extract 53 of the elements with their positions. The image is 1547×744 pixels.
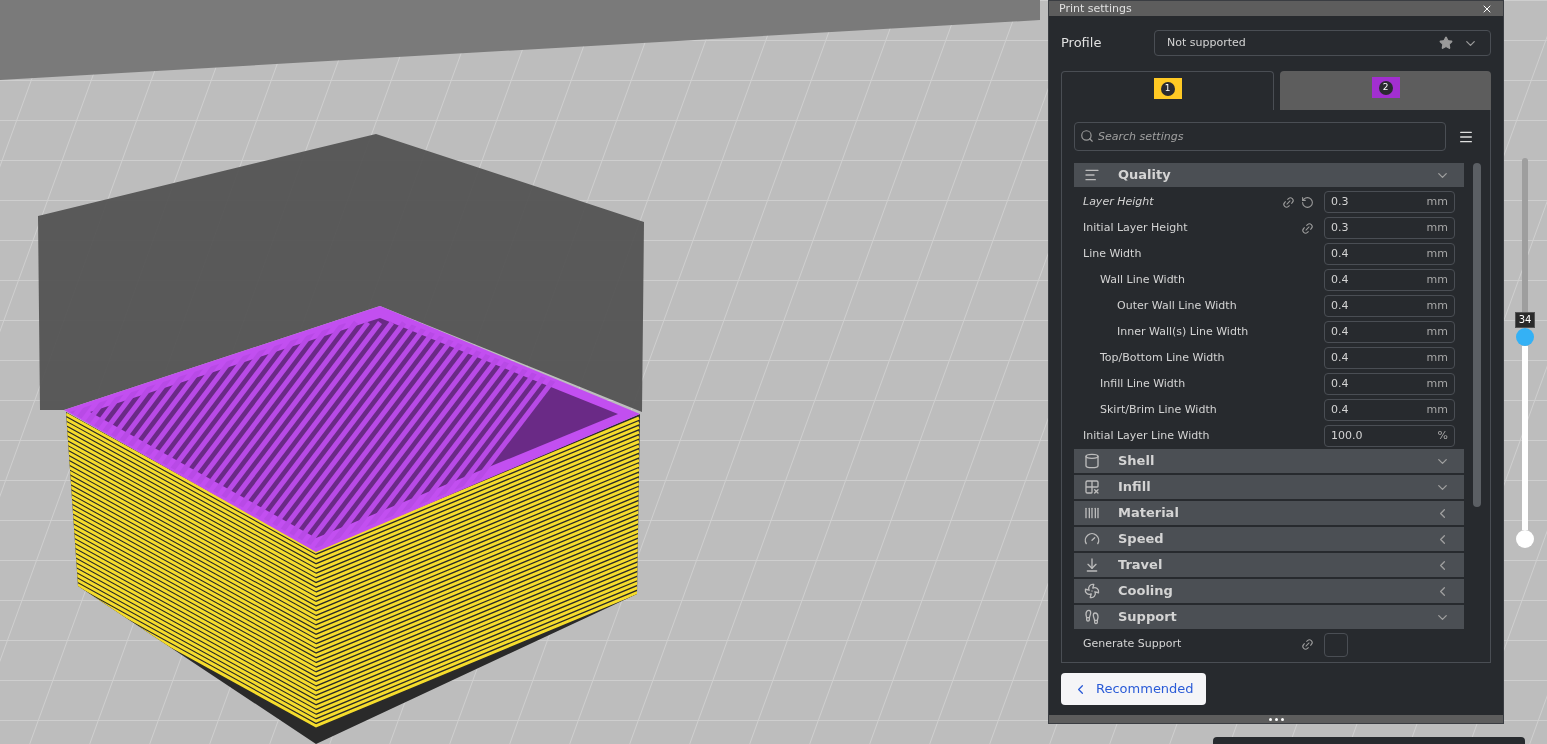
panel-title: Print settings	[1059, 1, 1132, 16]
category-header[interactable]: Speed	[1074, 527, 1464, 551]
layer-number-label: 34	[1514, 312, 1536, 329]
lines-icon	[1084, 167, 1100, 183]
setting-input-field[interactable]: 0.4 mm	[1324, 321, 1455, 343]
category-header[interactable]: Support	[1074, 605, 1464, 629]
extruder-badge: 1	[1153, 78, 1182, 99]
setting-input-field[interactable]: 0.4 mm	[1324, 243, 1455, 265]
category-header[interactable]: Material	[1074, 501, 1464, 525]
setting-label: Wall Line Width	[1099, 271, 1185, 288]
star-icon[interactable]	[1439, 36, 1453, 50]
down-arrow-icon	[1084, 557, 1100, 573]
extruder-tab[interactable]: 2	[1280, 71, 1491, 110]
reset-icon[interactable]	[1301, 195, 1314, 209]
setting-input-field[interactable]: 0.3 mm	[1324, 191, 1455, 213]
extruder-badge: 2	[1371, 77, 1400, 98]
extruder-tab[interactable]: 1	[1061, 71, 1274, 110]
setting-label: Outer Wall Line Width	[1116, 297, 1237, 314]
setting-input-field[interactable]: 0.3 mm	[1324, 217, 1455, 239]
cylinder-icon	[1084, 453, 1100, 469]
resize-handle[interactable]	[1049, 715, 1503, 723]
setting-input-field[interactable]: 0.4 mm	[1324, 373, 1455, 395]
setting-input-field[interactable]: 0.4 mm	[1324, 347, 1455, 369]
setting-input-field[interactable]: 0.4 mm	[1324, 269, 1455, 291]
footprints-icon	[1084, 609, 1100, 625]
setting-label: Initial Layer Line Width	[1082, 427, 1210, 444]
search-settings-field[interactable]: Search settings	[1074, 122, 1446, 151]
setting-input-field[interactable]: 0.4 mm	[1324, 295, 1455, 317]
scrollbar-thumb[interactable]	[1473, 163, 1481, 507]
recommended-button[interactable]: Recommended	[1061, 673, 1206, 705]
setting-input-field[interactable]: 0.4 mm	[1324, 399, 1455, 421]
category-header[interactable]: Quality	[1074, 163, 1464, 187]
search-icon	[1080, 129, 1094, 143]
crossed-grid-icon	[1084, 479, 1100, 495]
setting-label: Top/Bottom Line Width	[1099, 349, 1225, 366]
profile-label: Profile	[1061, 34, 1103, 53]
setting-label: Line Width	[1082, 245, 1142, 262]
setting-label: Infill Line Width	[1099, 375, 1186, 392]
setting-label: Skirt/Brim Line Width	[1099, 401, 1217, 418]
category-header[interactable]: Cooling	[1074, 579, 1464, 603]
gauge-icon	[1084, 531, 1100, 547]
setting-label: Layer Height	[1082, 193, 1154, 210]
setting-label: Inner Wall(s) Line Width	[1116, 323, 1249, 340]
setting-checkbox[interactable]	[1324, 633, 1348, 657]
category-header[interactable]: Infill	[1074, 475, 1464, 499]
setting-label: Generate Support	[1082, 635, 1182, 652]
profile-dropdown[interactable]: Not supported	[1154, 30, 1491, 56]
fan-icon	[1084, 583, 1100, 599]
setting-label: Initial Layer Height	[1082, 219, 1188, 236]
category-header[interactable]: Travel	[1074, 553, 1464, 577]
setting-input-field[interactable]: 100.0 %	[1324, 425, 1455, 447]
bars-icon	[1084, 505, 1100, 521]
category-header[interactable]: Shell	[1074, 449, 1464, 473]
